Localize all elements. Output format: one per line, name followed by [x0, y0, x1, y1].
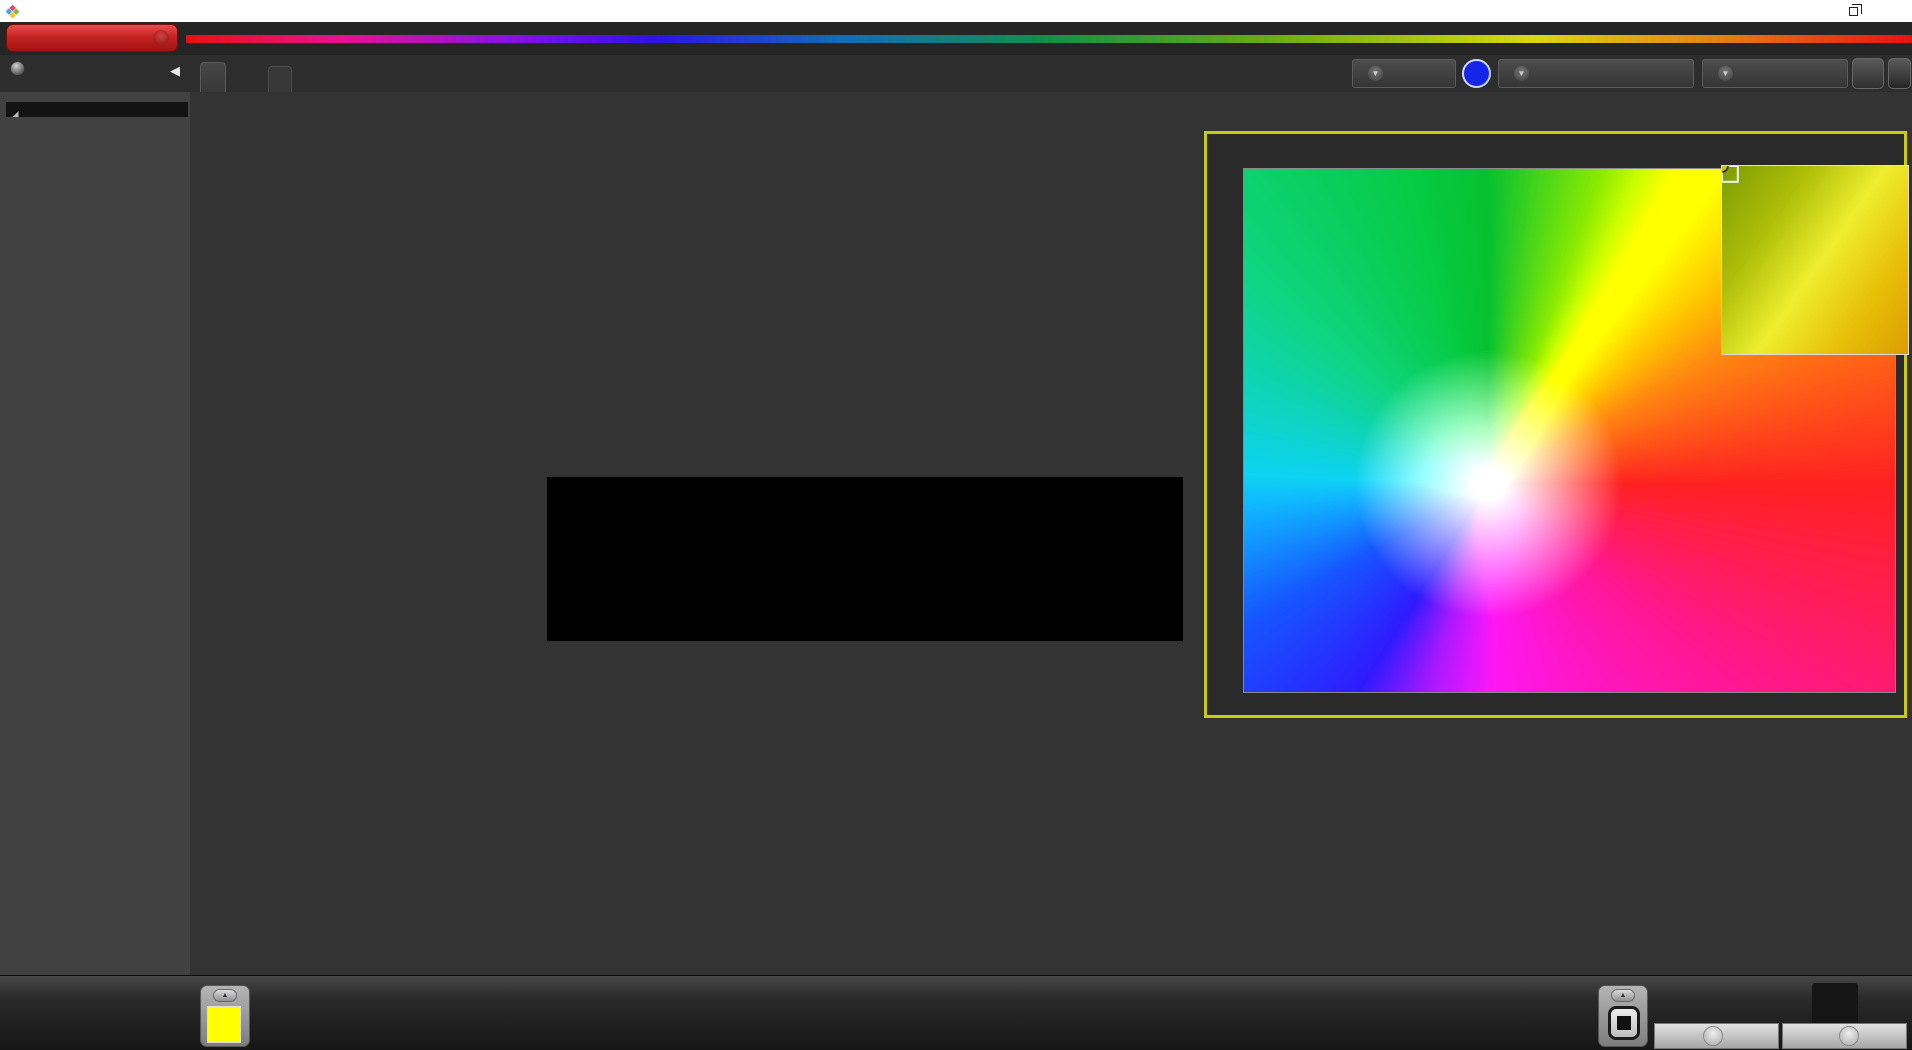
- quick-pattern-swatch[interactable]: [207, 1006, 241, 1043]
- meter-dropdown[interactable]: ▼: [1352, 59, 1456, 88]
- brand-bar: [0, 22, 1912, 55]
- transport-quick-tile[interactable]: ▲: [1598, 985, 1648, 1047]
- display-status-stripe: [1703, 60, 1707, 87]
- tree-expander-icon[interactable]: ◢: [13, 110, 18, 118]
- pattern-status-stripe: [1499, 60, 1503, 87]
- chevron-down-icon[interactable]: ▼: [1368, 66, 1383, 81]
- expand-up-icon[interactable]: ▲: [1611, 989, 1635, 1002]
- cie-inset-marker: [1722, 166, 1739, 183]
- workflow-title: [0, 92, 190, 100]
- sidebar-collapse-icon[interactable]: ◀: [170, 63, 180, 79]
- display-control-dropdown[interactable]: ▼: [1702, 59, 1848, 88]
- bottom-bar: ▲ ▲: [0, 975, 1912, 1050]
- saturation-swatch-panel: [547, 477, 1183, 641]
- rainbow-gradient-strip: [186, 35, 1912, 43]
- chevron-down-icon[interactable]: ▼: [1718, 66, 1733, 81]
- back-chevron-icon: [1702, 1026, 1723, 1046]
- close-icon[interactable]: [1872, 0, 1912, 22]
- pattern-generator-dropdown[interactable]: ▼: [1498, 59, 1694, 88]
- back-button[interactable]: [1654, 1023, 1779, 1049]
- main-content: [190, 92, 1912, 975]
- app-icon: [6, 4, 19, 18]
- panel-collapse-icon[interactable]: [1888, 58, 1911, 89]
- chevron-down-icon[interactable]: ▼: [1514, 66, 1529, 81]
- meter-status-stripe: [1353, 60, 1357, 87]
- gear-icon[interactable]: [1852, 58, 1884, 89]
- next-button[interactable]: [1782, 1023, 1907, 1049]
- refresh-button-backplate: [1812, 983, 1858, 1027]
- toolbar: ◀ ▼ ▼ ▼: [0, 55, 1912, 92]
- meter-mode-badge[interactable]: [1462, 59, 1491, 88]
- minimize-icon[interactable]: [1792, 0, 1832, 22]
- sidebar-pin-button[interactable]: [10, 61, 25, 76]
- tab-history-1[interactable]: [200, 62, 226, 92]
- expand-up-icon[interactable]: ▲: [213, 989, 237, 1002]
- pattern-quick-tile[interactable]: ▲: [200, 985, 250, 1047]
- next-chevron-icon: [1838, 1026, 1859, 1046]
- calman-menu-button[interactable]: [6, 24, 178, 52]
- cie-zoom-inset: [1721, 165, 1909, 355]
- cie-1931-panel: [1204, 131, 1909, 718]
- chevron-down-icon[interactable]: [153, 30, 169, 46]
- sidebar: ◢: [0, 92, 190, 1050]
- add-tab-button[interactable]: [268, 66, 292, 92]
- workflow-tree: ◢: [6, 102, 188, 118]
- stop-icon[interactable]: [1608, 1006, 1640, 1040]
- restore-icon[interactable]: [1832, 0, 1872, 22]
- window-titlebar: [0, 0, 1912, 22]
